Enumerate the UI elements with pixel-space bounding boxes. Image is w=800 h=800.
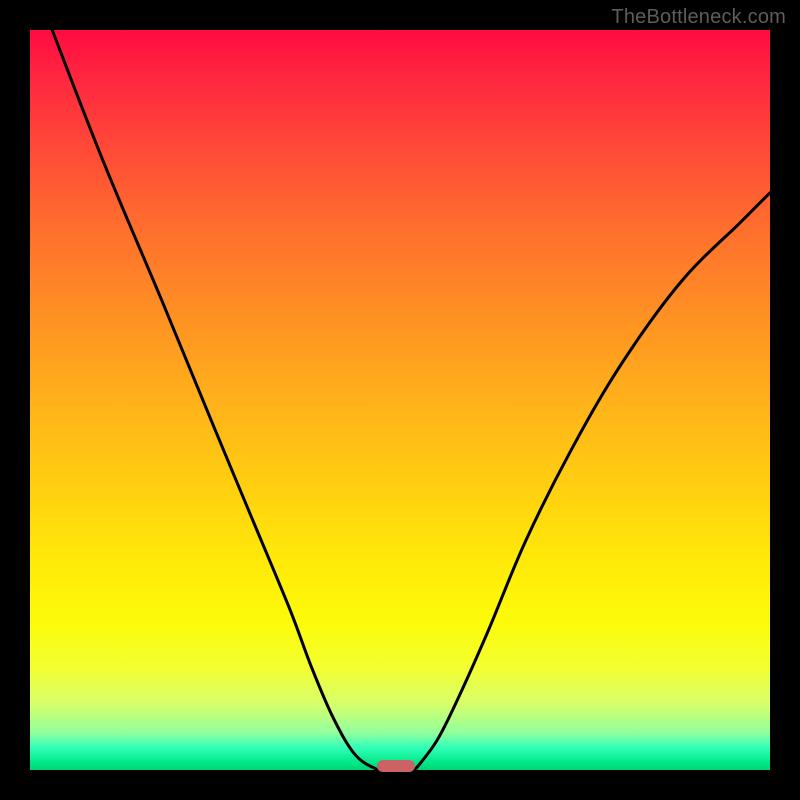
curve-left-branch <box>52 30 378 770</box>
bottleneck-marker <box>377 760 415 772</box>
curve-layer <box>30 30 770 770</box>
chart-area <box>30 30 770 770</box>
curve-right-branch <box>415 193 770 770</box>
watermark-text: TheBottleneck.com <box>611 6 786 29</box>
